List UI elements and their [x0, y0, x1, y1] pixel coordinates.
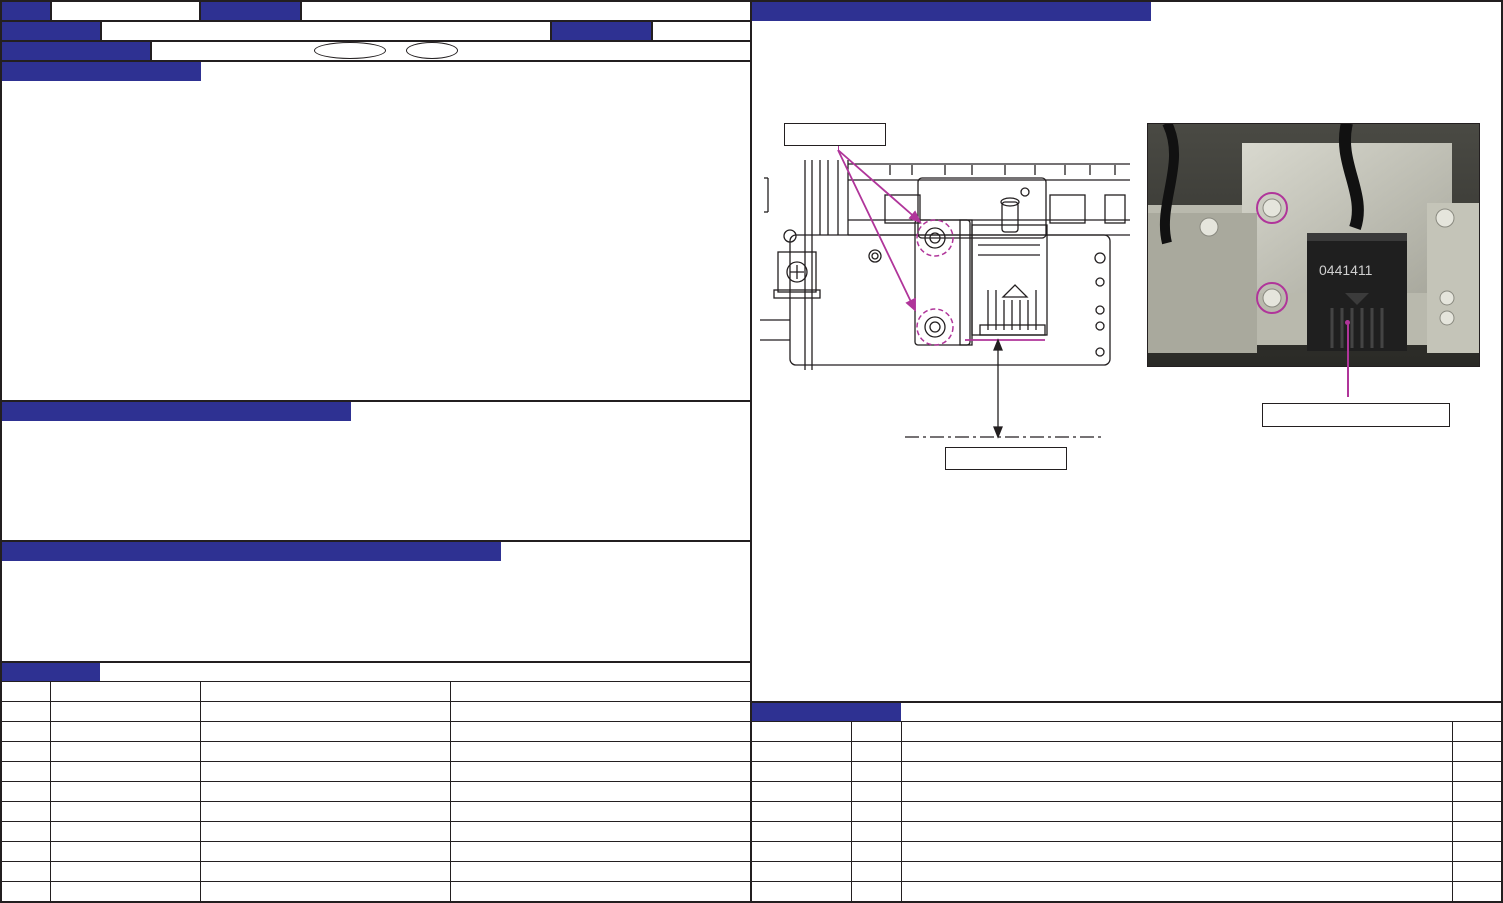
header-divider — [150, 42, 152, 60]
header-divider — [199, 2, 201, 21]
header-divider — [50, 2, 52, 21]
technical-drawing — [760, 149, 1130, 439]
header-divider — [300, 2, 302, 21]
photo-leader-dot — [1345, 320, 1350, 325]
section2-title — [2, 402, 351, 421]
header-label-c — [2, 22, 100, 41]
parts-row-line — [751, 861, 1503, 862]
callout-leader — [838, 146, 839, 150]
header-divider — [651, 22, 653, 41]
parts-row-line — [751, 821, 1503, 822]
table-row-line — [0, 681, 751, 682]
table-row-line — [0, 741, 751, 742]
table-row-line — [0, 781, 751, 782]
parts-column-line — [901, 721, 902, 903]
callout-part — [1262, 403, 1450, 427]
option-oval-1[interactable] — [314, 42, 386, 59]
table-row-line — [0, 821, 751, 822]
center-divider — [750, 0, 752, 903]
product-photo: 0441411 — [1147, 123, 1480, 367]
photo-part-number: 0441411 — [1319, 262, 1373, 278]
parts-column-line — [851, 721, 852, 903]
parts-row-line — [751, 741, 1503, 742]
option-oval-2[interactable] — [406, 42, 458, 59]
parts-row-line — [751, 801, 1503, 802]
photo-leader — [1347, 322, 1349, 397]
parts-column-line — [1452, 721, 1453, 903]
section3-title — [2, 542, 501, 561]
figure-title — [752, 2, 1151, 21]
table-row-line — [0, 841, 751, 842]
callout-dimension — [945, 447, 1067, 470]
header-label-d — [552, 22, 651, 41]
header-divider — [100, 22, 102, 41]
table-row-line — [0, 861, 751, 862]
parts-row-line — [751, 721, 1503, 722]
table-row-line — [0, 721, 751, 722]
table-row-line — [0, 881, 751, 882]
header-label-a — [2, 2, 50, 21]
parts-title — [752, 703, 901, 721]
table-row-line — [0, 801, 751, 802]
parts-row-line — [751, 781, 1503, 782]
header-divider — [550, 22, 552, 41]
table-column-line — [200, 681, 201, 903]
table-column-line — [50, 681, 51, 903]
section-rule — [0, 661, 751, 663]
header-label-b — [201, 2, 300, 21]
table-column-line — [450, 681, 451, 903]
section4-title — [2, 663, 100, 681]
parts-row-line — [751, 841, 1503, 842]
parts-row-line — [751, 761, 1503, 762]
parts-row-line — [751, 881, 1503, 882]
table-row-line — [0, 761, 751, 762]
table-row-line — [0, 701, 751, 702]
section1-title — [2, 62, 201, 81]
header-label-e — [2, 42, 150, 60]
